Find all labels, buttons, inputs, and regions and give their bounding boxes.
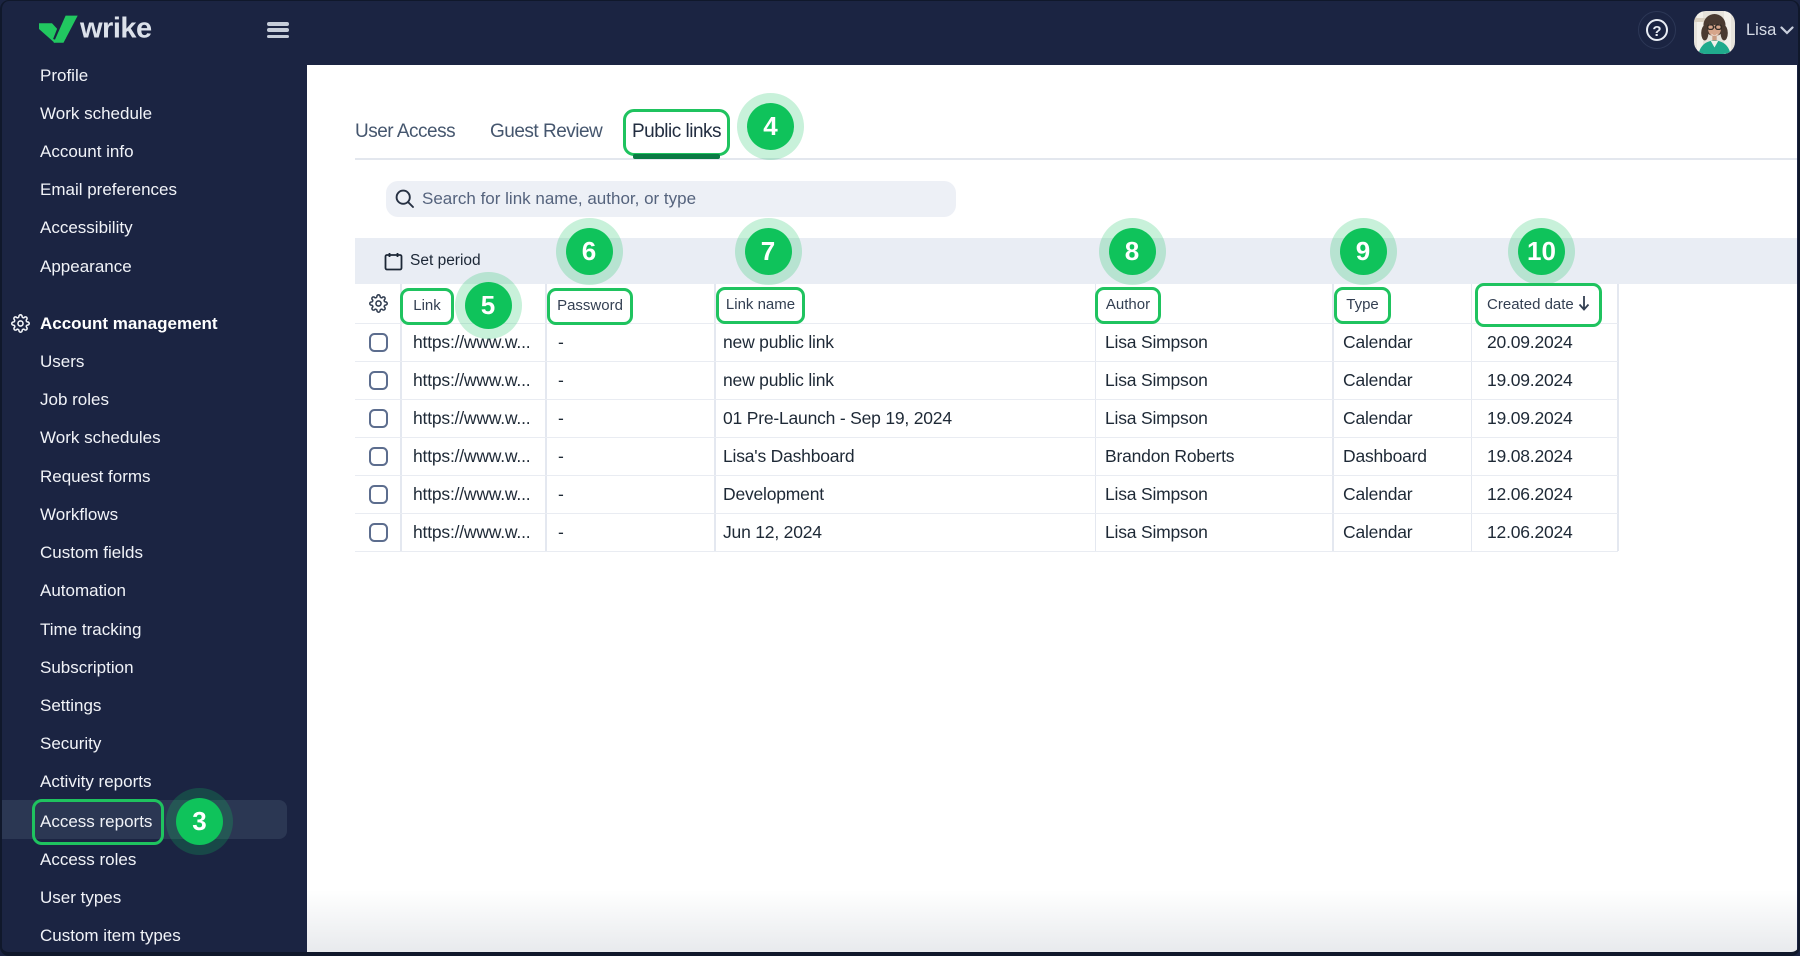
svg-text:wrike: wrike	[79, 13, 152, 45]
